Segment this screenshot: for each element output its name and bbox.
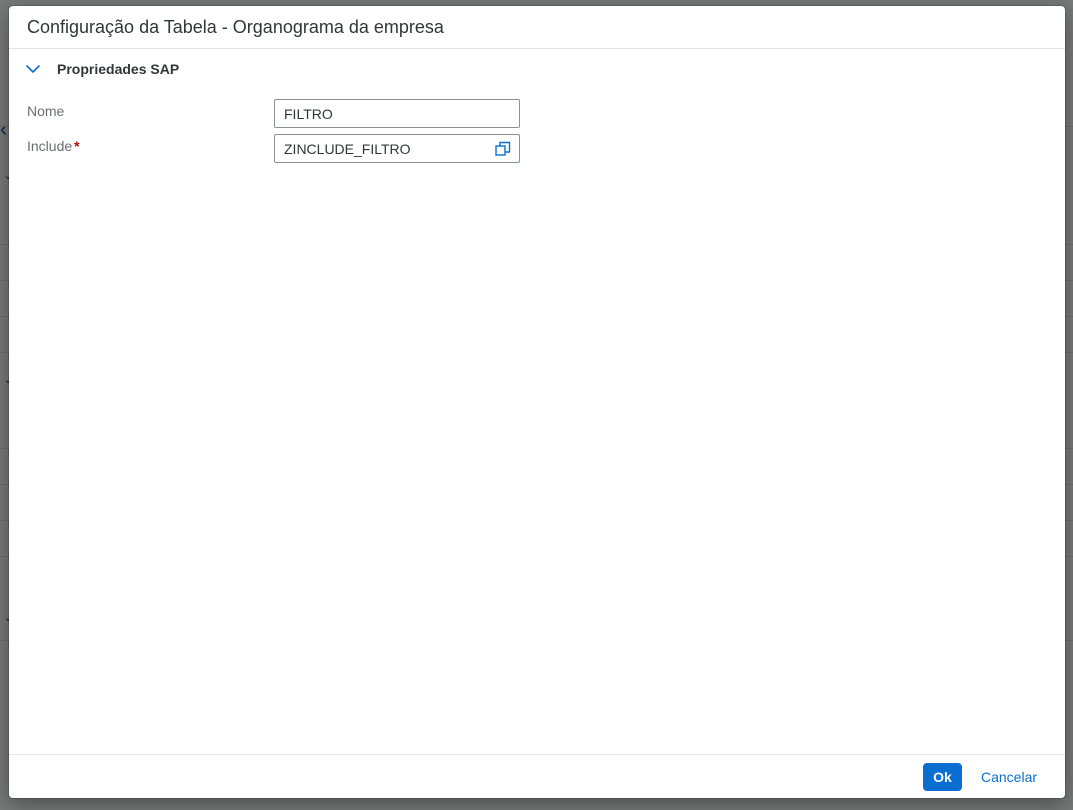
cancel-button[interactable]: Cancelar	[971, 763, 1047, 791]
include-field[interactable]	[274, 134, 520, 163]
dialog-title: Configuração da Tabela - Organograma da …	[27, 17, 444, 37]
include-input[interactable]	[275, 135, 485, 162]
table-configuration-dialog: Configuração da Tabela - Organograma da …	[9, 6, 1065, 798]
required-marker: *	[74, 138, 80, 154]
section-header-sap-properties[interactable]: Propriedades SAP	[23, 57, 179, 81]
value-help-icon[interactable]	[493, 139, 513, 159]
ok-button[interactable]: Ok	[923, 763, 962, 791]
chevron-down-icon[interactable]	[23, 59, 43, 79]
nome-label-text: Nome	[27, 103, 65, 119]
nome-input[interactable]	[274, 99, 520, 128]
nome-label: Nome	[27, 103, 64, 119]
dialog-footer: Ok Cancelar	[9, 754, 1065, 798]
dialog-header: Configuração da Tabela - Organograma da …	[9, 6, 1065, 49]
section-title: Propriedades SAP	[57, 61, 180, 77]
include-label: Include *	[27, 138, 80, 154]
include-label-text: Include	[27, 138, 73, 154]
